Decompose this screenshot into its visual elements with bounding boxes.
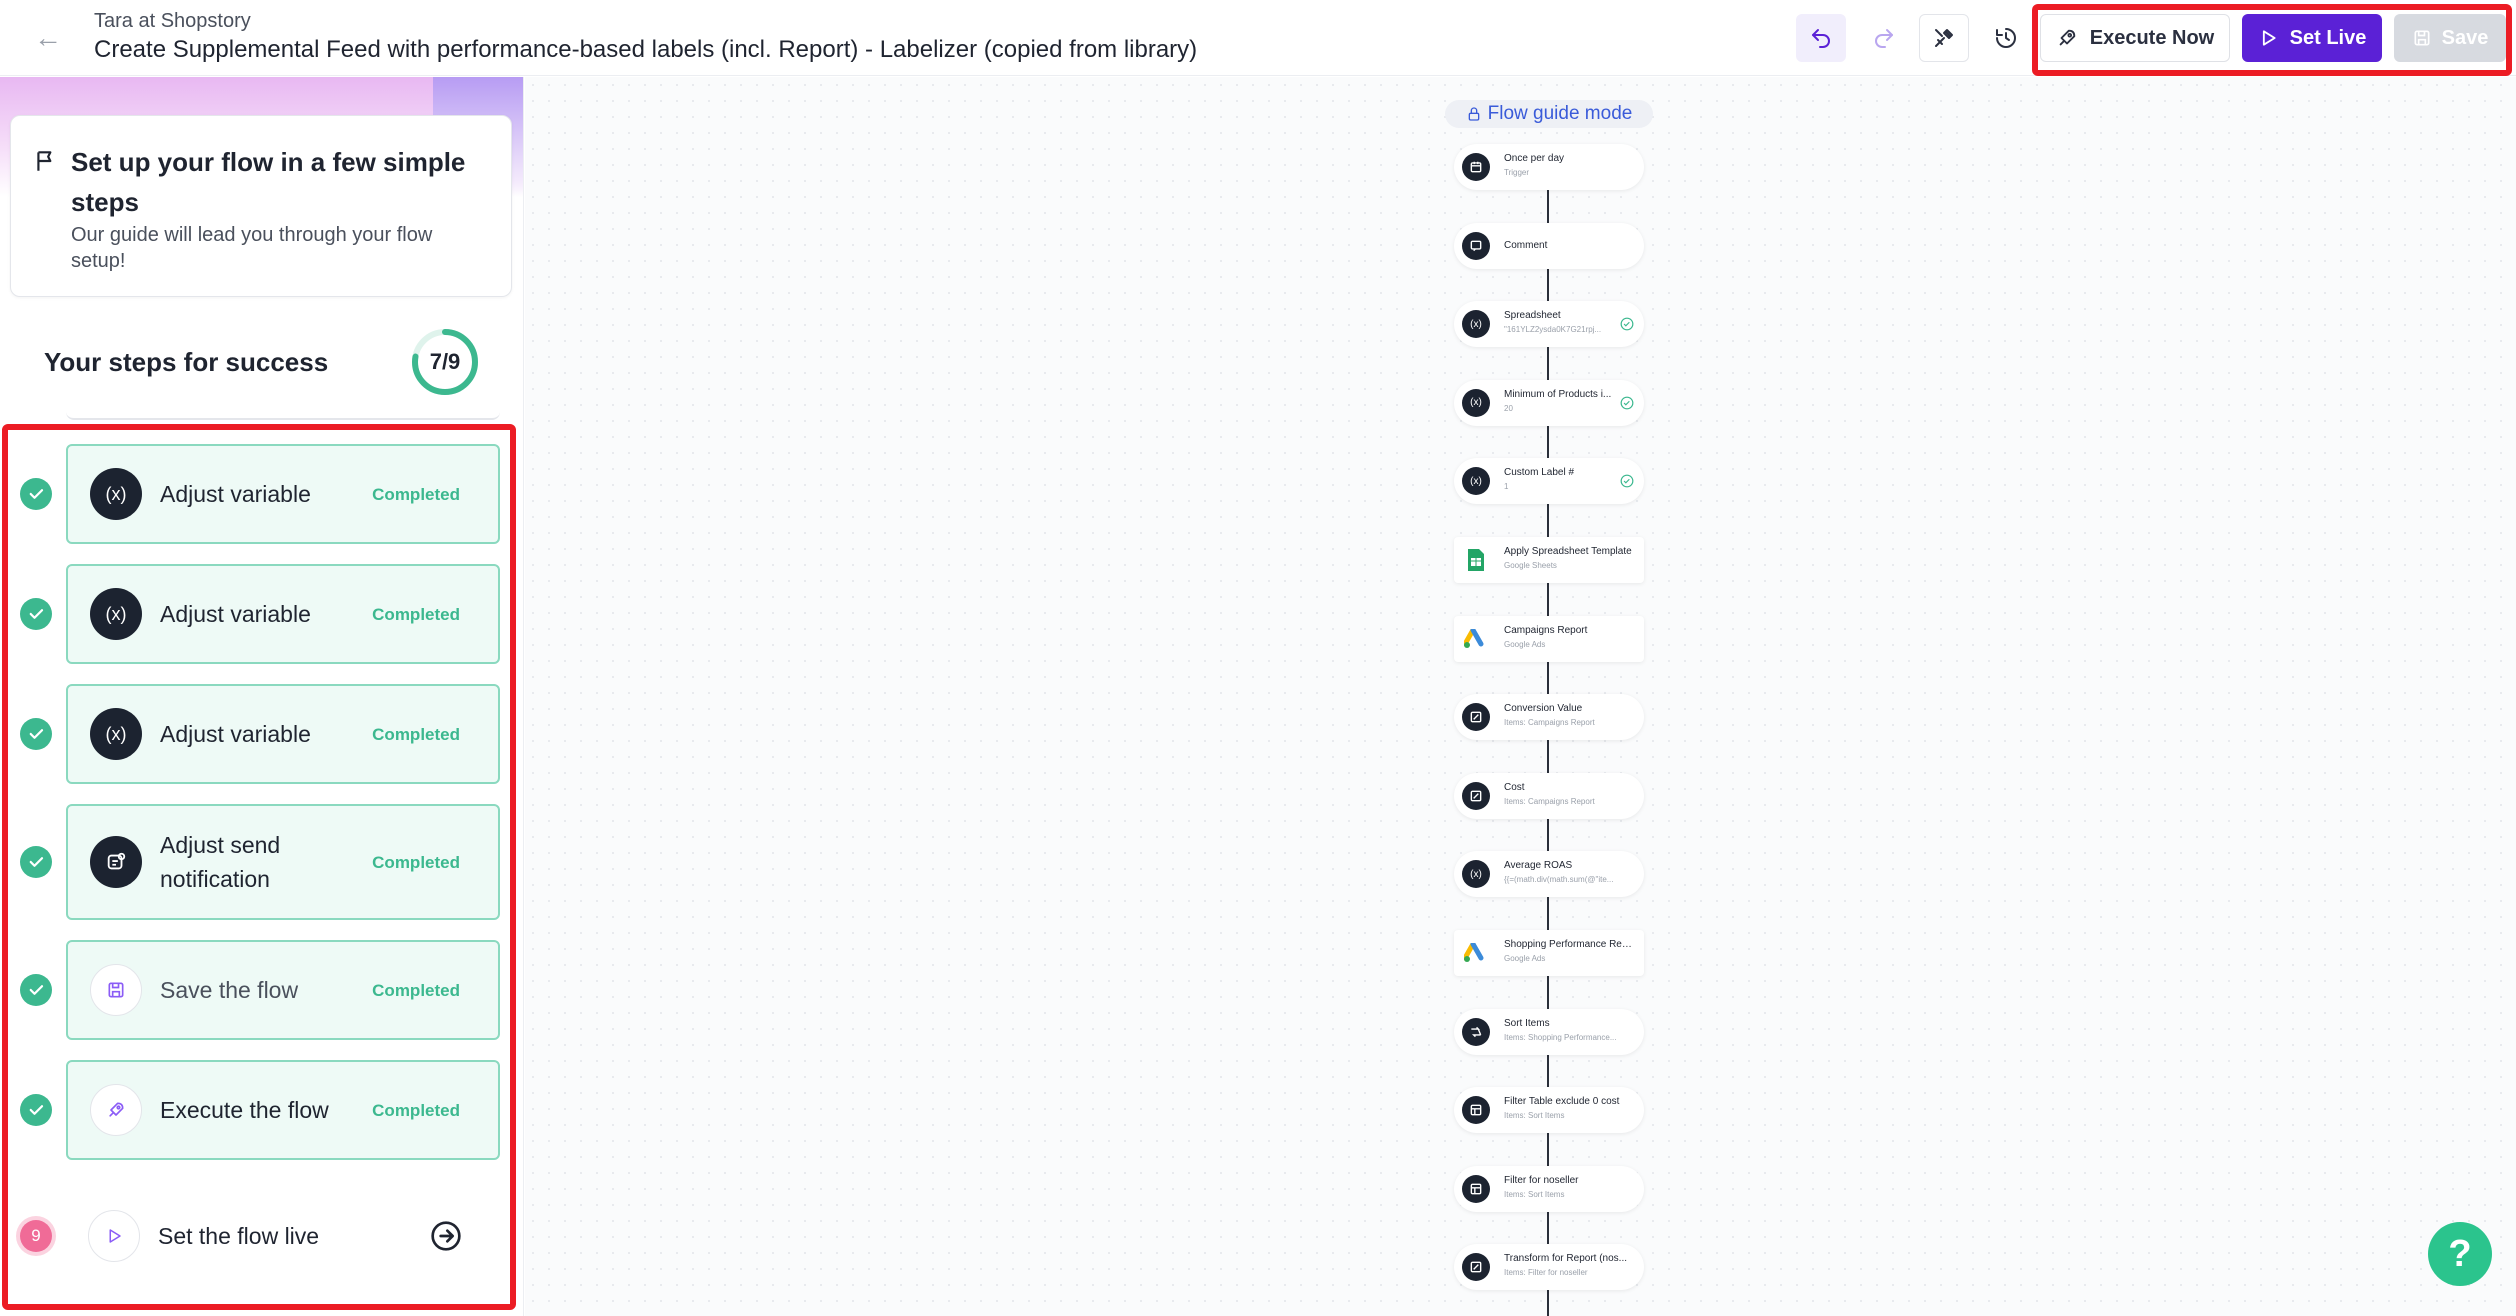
flow-node[interactable]: Sort Items Items: Shopping Performance... (1454, 1008, 1644, 1055)
variable-icon: (x) (1462, 310, 1490, 339)
flow-node[interactable]: (x) Average ROAS {{=(math.div(math.sum(@"i… (1454, 851, 1644, 898)
previous-step-card-edge (66, 408, 500, 420)
check-circle-icon (1620, 474, 1634, 488)
flow-node[interactable]: Cost Items: Campaigns Report (1454, 772, 1644, 819)
check-circle-icon (1620, 396, 1634, 410)
tools-icon (1935, 29, 1953, 47)
flow-node-subtitle: Trigger (1504, 168, 1530, 177)
question-icon: ? (2448, 1232, 2472, 1275)
flow-node-subtitle: Google Ads (1504, 954, 1546, 963)
highlight-box-toolbar (2032, 4, 2512, 76)
help-button[interactable]: ? (2428, 1222, 2492, 1286)
filter-icon (1462, 1174, 1490, 1203)
flow-node[interactable]: (x) Minimum of Products i... 20 (1454, 379, 1644, 426)
flag-icon (37, 151, 52, 171)
google-sheets-icon (1462, 546, 1490, 574)
flow-node-title: Sort Items (1504, 1017, 1550, 1029)
flow-node-subtitle: Items: Filter for noseller (1504, 1268, 1588, 1278)
flow-node-subtitle: 20 (1504, 403, 1513, 413)
flow-node-title: Custom Label # (1504, 467, 1575, 479)
flow-node-subtitle: Items: Sort Items (1504, 1111, 1565, 1121)
flow-node[interactable]: Transform for Report (nos... Items: Filte… (1454, 1244, 1644, 1291)
flow-node-subtitle: "161YLZ2ysda0K7G21rpj... (1504, 325, 1602, 335)
transform-icon (1462, 1253, 1490, 1282)
google-ads-icon (1462, 625, 1490, 653)
transform-icon (1462, 781, 1490, 810)
flow-node-subtitle: 1 (1504, 482, 1509, 492)
variable-icon: (x) (1462, 467, 1490, 496)
back-arrow-icon[interactable]: ← (30, 20, 66, 56)
flow-node-title: Once per day (1504, 153, 1565, 164)
transform-icon (1462, 703, 1490, 732)
flow-guide-mode-label: Flow guide mode (1487, 103, 1633, 124)
flow-node[interactable]: (x) Custom Label # 1 (1454, 458, 1644, 505)
flow-node-subtitle: Items: Campaigns Report (1504, 796, 1595, 806)
flow-node-title: Filter for noseller (1504, 1174, 1579, 1186)
flow-node-subtitle: {{=(math.div(math.sum(@"ite... (1504, 875, 1614, 885)
google-ads-icon (1462, 939, 1490, 967)
flow-node-title: Transform for Report (nos... (1504, 1253, 1627, 1265)
flow-node-title: Conversion Value (1504, 703, 1583, 715)
flow-node-subtitle: Items: Campaigns Report (1504, 718, 1595, 728)
highlight-box-steps (2, 424, 516, 1310)
variable-icon: (x) (1462, 860, 1490, 889)
calendar-icon (1462, 153, 1490, 181)
sort-icon (1462, 1017, 1490, 1046)
flow-node-subtitle: Google Sheets (1504, 561, 1557, 570)
flow-node-title: Spreadsheet (1504, 310, 1561, 322)
flow-node-title: Minimum of Products i... (1504, 388, 1612, 400)
flow-node-title: Filter Table exclude 0 cost (1504, 1096, 1620, 1108)
flow-title[interactable]: Create Supplemental Feed with performanc… (94, 36, 1197, 64)
flow-node[interactable]: (x) Spreadsheet "161YLZ2ysda0K7G21rpj... (1454, 301, 1644, 348)
guide-title: Set up your flow in a few simple steps (71, 147, 466, 217)
organization-name: Tara at Shopstory (94, 10, 251, 32)
flow-node[interactable]: Comment (1454, 222, 1644, 269)
flow-node[interactable]: Filter for noseller Items: Sort Items (1454, 1165, 1644, 1212)
guide-subtitle: Our guide will lead you through your flo… (71, 224, 433, 272)
undo-icon (1812, 29, 1830, 48)
flow-node-title: Apply Spreadsheet Template (1504, 546, 1632, 557)
tools-button[interactable] (1919, 14, 1969, 62)
flow-node-subtitle: Items: Shopping Performance... (1504, 1032, 1617, 1042)
lock-icon (1468, 107, 1479, 121)
comment-icon (1462, 231, 1490, 260)
flow-guide-mode-badge: Flow guide mode (1445, 100, 1653, 128)
guide-intro-card: Set up your flow in a few simple steps O… (10, 115, 512, 297)
progress-count: 7/9 (429, 349, 461, 374)
check-circle-icon (1620, 317, 1634, 331)
steps-title: Your steps for success (44, 347, 329, 377)
flow-node[interactable]: Conversion Value Items: Campaigns Report (1454, 694, 1644, 741)
flow-node[interactable]: Filter Table exclude 0 cost Items: Sort I… (1454, 1087, 1644, 1134)
flow-node[interactable]: Apply Spreadsheet Template Google Sheets (1454, 537, 1644, 583)
flow-node-title: Shopping Performance Rep... (1504, 939, 1632, 950)
flow-node-title: Comment (1504, 239, 1548, 251)
flow-node-subtitle: Google Ads (1504, 639, 1546, 649)
history-icon (1996, 28, 2016, 48)
redo-icon (1875, 29, 1893, 48)
flow-node-subtitle: Items: Sort Items (1504, 1189, 1565, 1199)
history-button[interactable] (1981, 14, 2031, 62)
flow-node-title: Campaigns Report (1504, 624, 1588, 636)
undo-button[interactable] (1796, 14, 1846, 62)
redo-button[interactable] (1859, 14, 1909, 62)
flow-node[interactable]: Campaigns Report Google Ads (1454, 615, 1644, 662)
flow-connector-line (1547, 186, 1549, 1316)
flow-node-title: Average ROAS (1504, 860, 1573, 872)
variable-icon: (x) (1462, 388, 1490, 417)
filter-icon (1462, 1096, 1490, 1125)
flow-node[interactable]: Shopping Performance Rep... Google Ads (1454, 930, 1644, 976)
flow-node[interactable]: Once per day Trigger (1454, 144, 1644, 190)
flow-node-title: Cost (1504, 781, 1525, 793)
